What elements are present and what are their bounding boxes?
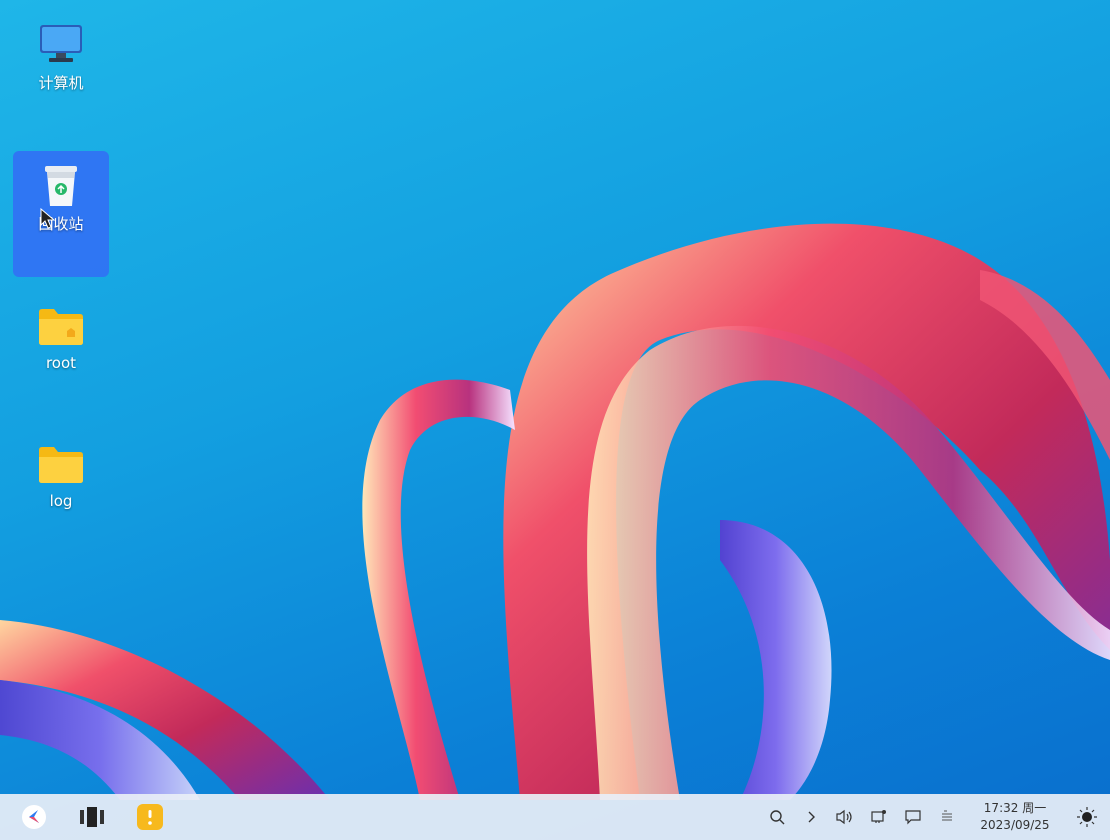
taskbar-app-button[interactable] (128, 794, 172, 840)
trash-icon (37, 161, 85, 209)
system-tray: 17:32 周一 2023/09/25 (760, 794, 1110, 840)
chevron-right-icon[interactable] (794, 794, 828, 840)
volume-icon[interactable] (828, 794, 862, 840)
desktop-icon-root[interactable]: root (13, 292, 109, 382)
kylin-start-icon (22, 805, 46, 829)
task-view-button[interactable] (70, 794, 114, 840)
wallpaper-image (0, 223, 1110, 800)
search-icon[interactable] (760, 794, 794, 840)
start-menu-button[interactable] (12, 794, 56, 840)
folder-icon (37, 440, 85, 488)
desktop-icon-computer[interactable]: 计算机 (13, 10, 109, 103)
mouse-cursor-icon (40, 208, 56, 229)
keyboard-icon[interactable] (930, 794, 964, 840)
clock-time: 17:32 周一 (983, 801, 1047, 815)
taskbar: 17:32 周一 2023/09/25 (0, 794, 1110, 840)
clock[interactable]: 17:32 周一 2023/09/25 (970, 794, 1060, 840)
desktop-icon-trash[interactable]: 回收站 (13, 151, 109, 277)
network-icon[interactable] (862, 794, 896, 840)
notification-icon[interactable] (896, 794, 930, 840)
clock-date: 2023/09/25 (980, 818, 1050, 832)
yellow-app-icon (137, 804, 163, 830)
night-mode-icon[interactable] (1070, 794, 1104, 840)
desktop-icon-label: 计算机 (38, 74, 84, 92)
computer-icon (37, 20, 85, 68)
desktop[interactable]: 计算机 回收站 root log 17:32 周一 2023/09/25 (0, 0, 1110, 840)
task-view-icon (80, 807, 104, 827)
desktop-icon-label: root (45, 354, 77, 372)
desktop-icon-label: log (49, 492, 73, 510)
desktop-icon-log[interactable]: log (13, 430, 109, 520)
home-folder-icon (37, 302, 85, 350)
